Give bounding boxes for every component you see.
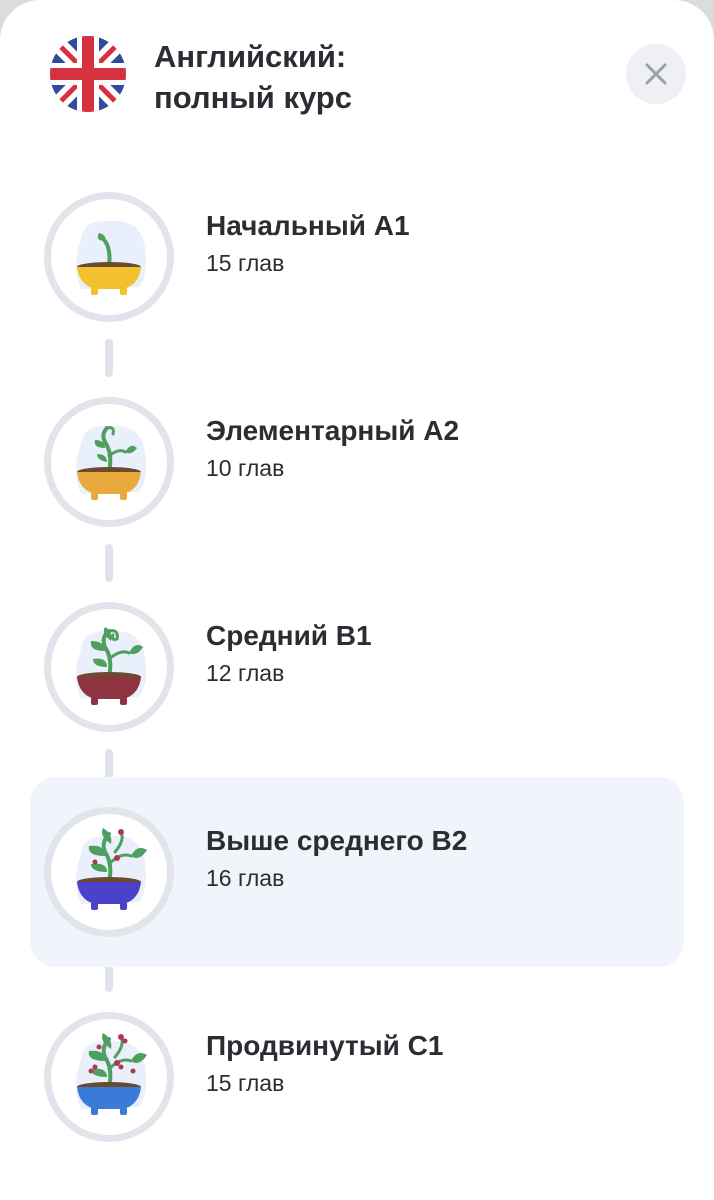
course-title-line-2: полный курс xyxy=(154,80,352,115)
close-icon xyxy=(645,63,667,85)
level-chapter-count: 15 глав xyxy=(206,1070,285,1096)
course-title: Английский: полный курс xyxy=(154,36,534,118)
level-badge xyxy=(44,192,174,322)
level-chapter-count: 10 глав xyxy=(206,455,285,481)
level-item-b2[interactable]: Выше среднего В2 16 глав xyxy=(30,777,684,967)
level-item-a1[interactable]: Начальный А1 15 глав xyxy=(30,162,684,352)
level-chapter-count: 16 глав xyxy=(206,865,285,891)
young-plant-icon xyxy=(76,425,147,500)
close-button[interactable] xyxy=(626,44,686,104)
level-badge xyxy=(44,602,174,732)
level-item-c1[interactable]: Продвинутый С1 15 глав xyxy=(30,982,684,1172)
level-badge xyxy=(44,807,174,937)
uk-flag-icon xyxy=(50,36,126,112)
level-badge xyxy=(44,397,174,527)
sprout-plant-icon xyxy=(76,220,147,295)
course-sheet: Английский: полный курс Начальный А1 15 … xyxy=(0,0,714,1200)
level-chapter-count: 12 глав xyxy=(206,660,285,686)
level-chapter-count: 15 глав xyxy=(206,250,285,276)
level-name: Выше среднего В2 xyxy=(206,825,468,856)
growing-plant-icon xyxy=(76,627,147,705)
level-name: Продвинутый С1 xyxy=(206,1030,444,1061)
course-header: Английский: полный курс xyxy=(0,0,714,150)
level-name: Элементарный А2 xyxy=(206,415,460,446)
level-name: Средний В1 xyxy=(206,620,372,651)
flowering-plant-icon xyxy=(76,1033,147,1115)
course-title-line-1: Английский: xyxy=(154,39,347,74)
level-badge xyxy=(44,1012,174,1142)
budding-plant-icon xyxy=(76,828,147,910)
level-item-b1[interactable]: Средний В1 12 глав xyxy=(30,572,684,762)
level-name: Начальный А1 xyxy=(206,210,410,241)
level-item-a2[interactable]: Элементарный А2 10 глав xyxy=(30,367,684,557)
